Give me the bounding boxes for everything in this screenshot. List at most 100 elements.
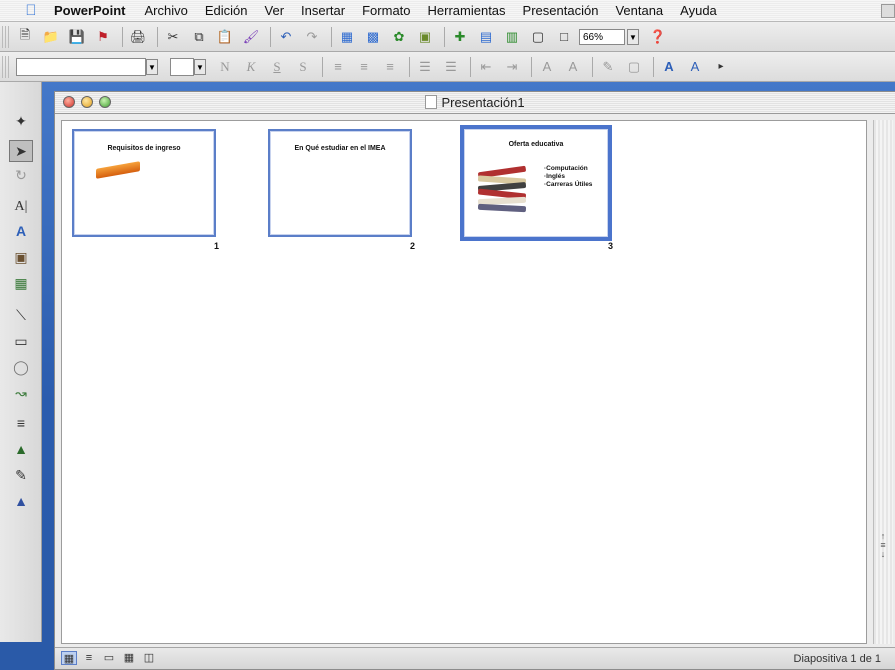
wordart-icon[interactable]: A [6,220,36,242]
font-size-field[interactable] [170,57,194,76]
slide-counter: Diapositiva 1 de 1 [793,653,881,665]
flag-icon[interactable]: ⚑ [92,26,114,48]
slide-view-button[interactable]: ▭ [101,651,117,665]
italic-icon[interactable]: K [240,56,262,78]
align-center-icon[interactable]: ≡ [353,56,375,78]
slide-thumbnail-2[interactable]: En Qué estudiar en el IMEA [268,129,412,237]
slide-sorter-view-button[interactable]: ▦ [121,651,137,665]
menu-app-name[interactable]: PowerPoint [54,3,126,18]
line-icon[interactable]: ⟍ [6,304,36,326]
toolbar-separator [409,56,410,77]
apple-menu-icon[interactable]:  [16,2,46,19]
insert-picture-icon[interactable]: ▣ [414,26,436,48]
underline-icon[interactable]: S [266,56,288,78]
cut-icon[interactable]: ✂ [162,26,184,48]
line-style-icon[interactable]: ≡ [6,412,36,434]
font-name-field[interactable] [16,57,146,76]
font-size-dropdown[interactable]: ▼ [194,58,206,75]
slide-sorter-pane: Requisitos de ingreso 1 En Qué estudiar … [61,120,867,644]
normal-view-button[interactable]: ▦ [61,651,77,665]
slide-number: 1 [214,241,220,251]
bullet-item: ·Computación [544,165,588,172]
zoom-input[interactable]: 66% [579,28,625,45]
decorative-bar-image [96,161,140,179]
menu-archivo[interactable]: Archivo [145,3,188,18]
fill-color-icon[interactable]: ▲ [6,438,36,460]
paste-icon[interactable]: 📋 [214,26,236,48]
slide-thumbnail-3[interactable]: Oferta educativa ·Computación ·Inglés ·C… [460,125,612,241]
drawing-palette: ✦ ➤ ↻ A| A ▣ ▦ ⟍ ▭ ◯ ↝ ≡ ▲ ✎ ▲ [0,82,42,642]
align-right-icon[interactable]: ≡ [379,56,401,78]
decrease-indent-icon[interactable]: ⇤ [475,56,497,78]
script-menu-icon[interactable] [881,4,895,18]
toolbar-overflow-icon[interactable]: ▸ [710,56,732,78]
menu-ventana[interactable]: Ventana [615,3,663,18]
toolbar-separator [653,56,654,77]
shadow-icon[interactable]: S [292,56,314,78]
toolbar-separator [470,56,471,77]
vertical-scrollbar[interactable]: ↑ ≡ ↓ [873,120,893,644]
decrease-font-size-icon[interactable]: A [562,56,584,78]
connectors-icon[interactable]: ↝ [6,382,36,404]
text-effects-icon[interactable]: A [658,56,680,78]
slide-layout-icon[interactable]: ▤ [475,26,497,48]
increase-indent-icon[interactable]: ⇥ [501,56,523,78]
numbered-list-icon[interactable]: ☰ [414,56,436,78]
picture-icon[interactable]: ▦ [6,272,36,294]
line-color-icon[interactable]: ✎ [6,464,36,486]
insert-chart-icon[interactable]: ▦ [336,26,358,48]
clipart-icon[interactable]: ▣ [6,246,36,268]
font-name-dropdown[interactable]: ▼ [146,58,158,75]
insert-clipart-icon[interactable]: ✿ [388,26,410,48]
print-icon[interactable]: 🖨 [127,26,149,48]
menu-insertar[interactable]: Insertar [301,3,345,18]
toolbar-separator [122,26,123,47]
bullet-item: ·Carreras Útiles [544,181,593,188]
slide-bullet-list: ·Computación ·Inglés ·Carreras Útiles [544,165,592,189]
toolbar-separator [444,26,445,47]
menu-formato[interactable]: Formato [362,3,410,18]
text-box-icon[interactable]: A| [6,196,36,218]
open-folder-icon[interactable]: 📁 [40,26,62,48]
help-icon[interactable]: ❓ [647,26,669,48]
rectangle-icon[interactable]: ▭ [6,330,36,352]
toolbar-separator [270,26,271,47]
insert-table-icon[interactable]: ▩ [362,26,384,48]
menu-herramientas[interactable]: Herramientas [428,3,506,18]
align-left-icon[interactable]: ≡ [327,56,349,78]
autoshapes-wizard-icon[interactable]: ✦ [6,110,36,132]
toolbar-grip[interactable] [2,25,10,48]
copy-icon[interactable]: ⧉ [188,26,210,48]
window-titlebar[interactable]: Presentación1 [55,92,895,114]
redo-icon[interactable]: ↷ [301,26,323,48]
shadow-style-icon[interactable]: ▲ [6,490,36,512]
menu-presentacion[interactable]: Presentación [523,3,599,18]
outline-view-button[interactable]: ≡ [81,651,97,665]
grayscale-icon[interactable]: □ [553,26,575,48]
format-painter-icon[interactable]: 🖌 [240,26,262,48]
select-arrow-icon[interactable]: ➤ [9,140,33,162]
undo-icon[interactable]: ↶ [275,26,297,48]
slideshow-view-button[interactable]: ◫ [141,651,157,665]
rotate-icon[interactable]: ↻ [6,164,36,186]
animation-icon[interactable]: ✎ [597,56,619,78]
new-slide-icon[interactable]: ✚ [449,26,471,48]
menu-ver[interactable]: Ver [265,3,285,18]
slide-design-icon[interactable]: ▥ [501,26,523,48]
new-document-icon[interactable]: 🗎 [14,26,36,48]
slide-thumbnail-1[interactable]: Requisitos de ingreso [72,129,216,237]
bulleted-list-icon[interactable]: ☰ [440,56,462,78]
menu-ayuda[interactable]: Ayuda [680,3,717,18]
toolbar-grip[interactable] [2,55,10,78]
bold-icon[interactable]: N [214,56,236,78]
transition-icon[interactable]: ▢ [623,56,645,78]
background-icon[interactable]: ▢ [527,26,549,48]
menu-edicion[interactable]: Edición [205,3,248,18]
save-icon[interactable]: 💾 [66,26,88,48]
toolbar-separator [331,26,332,47]
font-color-icon[interactable]: A [684,56,706,78]
increase-font-size-icon[interactable]: A [536,56,558,78]
zoom-dropdown-arrow[interactable]: ▼ [627,28,639,45]
autoshapes-icon[interactable]: ◯ [6,356,36,378]
scroll-grip-icon[interactable]: ↑ ≡ ↓ [877,532,889,560]
